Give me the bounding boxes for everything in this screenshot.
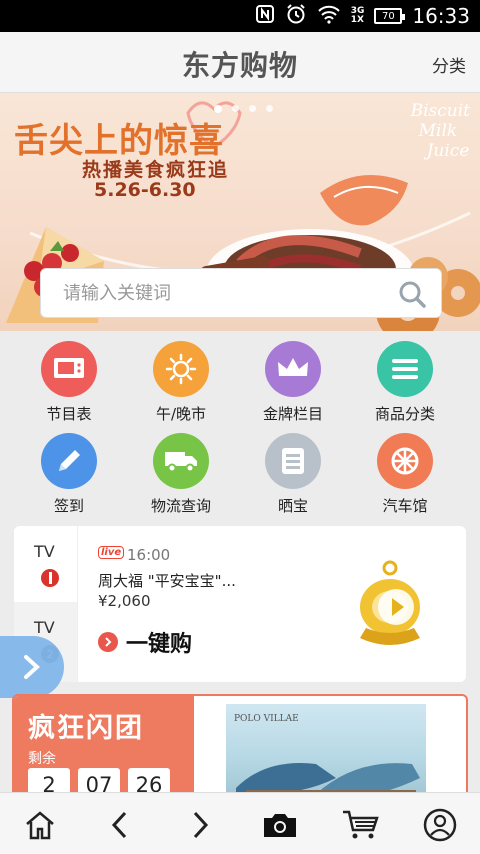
forward-icon[interactable]: [176, 805, 224, 845]
clock: 16:33: [412, 4, 470, 28]
menu-day-night-market[interactable]: 午/晚市: [121, 331, 241, 423]
flash-product-image[interactable]: POLO VILLAE: [226, 704, 426, 802]
menu-program-schedule[interactable]: 节目表: [9, 331, 129, 423]
quick-menu-grid: 节目表 午/晚市 金牌栏目 商品分类 签到 物流查询 晒宝 汽车馆: [0, 331, 480, 523]
chevron-right-icon: [24, 655, 40, 679]
tv-icon: [41, 341, 97, 397]
notebook-icon: [265, 433, 321, 489]
flash-sale-panel: 疯狂闪团 剩余 2 07 26: [14, 696, 194, 802]
flash-sale-card[interactable]: 疯狂闪团 剩余 2 07 26 POLO VILLAE: [12, 694, 468, 804]
one-click-buy-button[interactable]: 一键购: [98, 626, 192, 658]
menu-sign-in[interactable]: 签到: [9, 423, 129, 515]
pager-dot[interactable]: [249, 105, 256, 112]
side-expand-button[interactable]: [0, 636, 64, 698]
tv-live-card[interactable]: TV TV 2 live 16:00 周大福 "平安宝宝"... ¥2,060 …: [14, 526, 466, 682]
pencil-icon: [41, 433, 97, 489]
camera-icon[interactable]: [256, 805, 304, 845]
menu-auto-hall[interactable]: 汽车馆: [345, 423, 465, 515]
list-icon: [377, 341, 433, 397]
profile-icon[interactable]: [416, 805, 464, 845]
pager-dot[interactable]: [214, 105, 222, 113]
battery-icon: 70: [374, 8, 406, 24]
search-box[interactable]: [40, 268, 442, 318]
chevron-right-icon: [98, 632, 118, 652]
pager-dot[interactable]: [266, 105, 273, 112]
app-logo: 东方购物: [181, 49, 298, 82]
status-bar: 3G 1X 70 16:33: [0, 0, 480, 32]
truck-icon: [153, 433, 209, 489]
cart-icon[interactable]: [336, 805, 384, 845]
remaining-label: 剩余: [28, 751, 56, 767]
banner-script-text: Biscuit Milk Juice: [410, 101, 470, 161]
gold-pendant-image[interactable]: [350, 552, 430, 656]
sun-icon: [153, 341, 209, 397]
wheel-icon: [377, 433, 433, 489]
wifi-icon: [317, 4, 341, 29]
menu-logistics[interactable]: 物流查询: [121, 423, 241, 515]
banner-date: 5.26-6.30: [94, 179, 196, 201]
product-price: ¥2,060: [98, 592, 151, 610]
bottom-nav-bar: [0, 792, 480, 854]
menu-product-category[interactable]: 商品分类: [345, 331, 465, 423]
tab-tv-1[interactable]: TV: [14, 526, 78, 602]
home-icon[interactable]: [16, 805, 64, 845]
broadcast-time: 16:00: [127, 546, 171, 564]
flash-sale-title: 疯狂闪团: [28, 713, 144, 744]
app-header: 东方购物 分类: [0, 32, 480, 93]
alarm-icon: [285, 3, 307, 30]
banner-subtitle: 热播美食疯狂追: [82, 159, 230, 181]
signal-icon: 3G 1X: [350, 6, 365, 25]
channel-dot-icon: [40, 568, 60, 592]
live-badge: live: [98, 546, 125, 559]
banner-pager[interactable]: [214, 105, 273, 113]
nfc-icon: [255, 4, 275, 29]
product-name[interactable]: 周大福 "平安宝宝"...: [98, 570, 236, 591]
pager-dot[interactable]: [232, 105, 239, 112]
search-icon[interactable]: [397, 279, 427, 313]
menu-show-treasure[interactable]: 晒宝: [233, 423, 353, 515]
menu-gold-column[interactable]: 金牌栏目: [233, 331, 353, 423]
search-input[interactable]: [63, 282, 383, 304]
back-icon[interactable]: [96, 805, 144, 845]
crown-icon: [265, 341, 321, 397]
category-button[interactable]: 分类: [432, 52, 466, 77]
